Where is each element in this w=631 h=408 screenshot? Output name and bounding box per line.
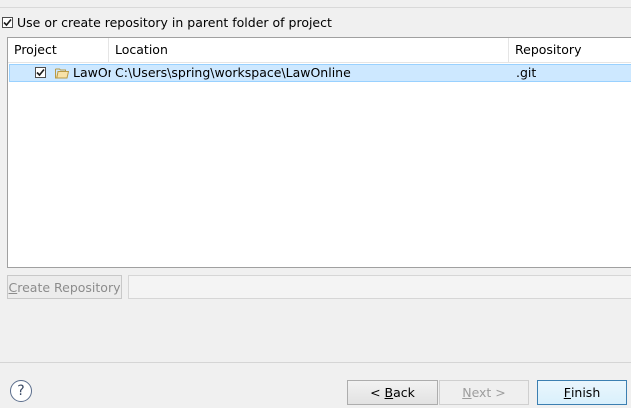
column-header-project[interactable]: Project [8, 38, 109, 62]
row-project-name: LawOr [73, 65, 111, 80]
top-separator [0, 0, 631, 8]
repository-status-field [128, 275, 631, 299]
create-repository-button[interactable]: Create Repository [7, 275, 122, 299]
finish-button[interactable]: Finish [537, 380, 627, 405]
column-header-repository[interactable]: Repository [509, 38, 631, 62]
help-icon[interactable]: ? [10, 380, 32, 402]
table-header: Project Location Repository [8, 38, 631, 63]
footer-separator [0, 362, 631, 363]
column-header-location[interactable]: Location [109, 38, 509, 62]
row-repository: .git [516, 65, 537, 80]
next-button[interactable]: Next > [439, 380, 529, 405]
use-parent-repo-checkbox[interactable] [2, 16, 13, 28]
checkmark-icon [3, 18, 12, 26]
checkmark-icon [36, 68, 45, 77]
use-parent-repo-option[interactable]: Use or create repository in parent folde… [2, 13, 332, 31]
row-location: C:\Users\spring\workspace\LawOnline [115, 65, 351, 80]
folder-icon [55, 68, 69, 79]
projects-table[interactable]: Project Location Repository LawOr C:\Use… [7, 37, 631, 268]
use-parent-repo-label: Use or create repository in parent folde… [17, 14, 332, 30]
table-row[interactable]: LawOr C:\Users\spring\workspace\LawOnlin… [9, 64, 631, 82]
row-checkbox[interactable] [35, 67, 46, 78]
back-button[interactable]: < Back [347, 380, 438, 405]
